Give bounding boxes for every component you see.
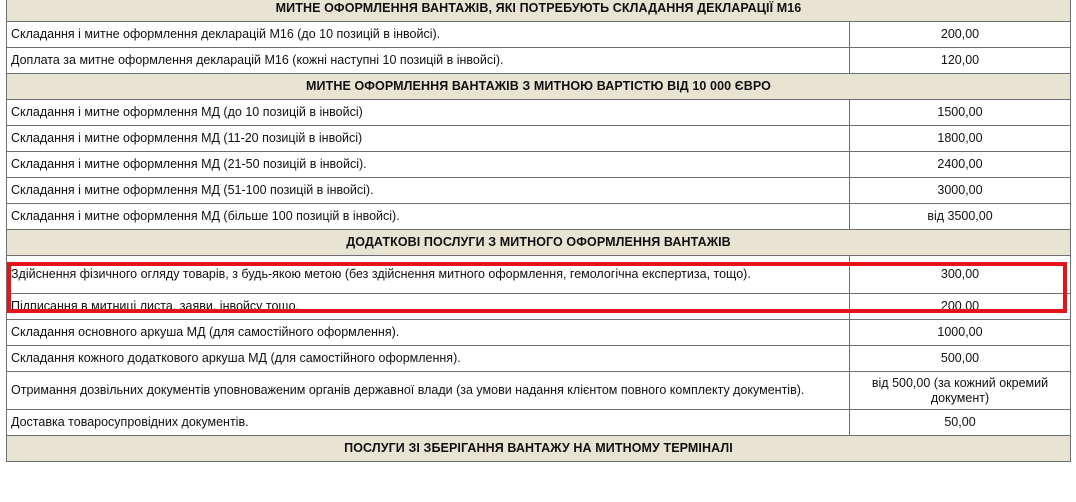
section-title: ПОСЛУГИ ЗІ ЗБЕРІГАННЯ ВАНТАЖУ НА МИТНОМУ… [6,435,1071,462]
service-description: Складання і митне оформлення МД (21-50 п… [6,151,850,178]
service-description: Складання і митне оформлення декларацій … [6,21,850,48]
section-title: МИТНЕ ОФОРМЛЕННЯ ВАНТАЖІВ, ЯКІ ПОТРЕБУЮТ… [6,0,1071,22]
section-title: МИТНЕ ОФОРМЛЕННЯ ВАНТАЖІВ З МИТНОЮ ВАРТІ… [6,73,1071,100]
table-row: Складання і митне оформлення МД (більше … [6,203,1071,230]
service-description: Здійснення фізичного огляду товарів, з б… [6,255,850,294]
service-price: 1500,00 [849,99,1071,126]
section-header: МИТНЕ ОФОРМЛЕННЯ ВАНТАЖІВ, ЯКІ ПОТРЕБУЮТ… [6,0,1071,22]
service-price: 200,00 [849,21,1071,48]
service-description: Складання і митне оформлення МД (до 10 п… [6,99,850,126]
service-price: 1000,00 [849,319,1071,346]
tariff-sheet: МИТНЕ ОФОРМЛЕННЯ ВАНТАЖІВ, ЯКІ ПОТРЕБУЮТ… [6,0,1071,462]
service-description: Отримання дозвільних документів уповнова… [6,371,850,410]
service-price: від 500,00 (за кожний окремий документ) [849,371,1071,410]
service-price: 3000,00 [849,177,1071,204]
service-description: Доплата за митне оформлення декларацій М… [6,47,850,74]
service-price: від 3500,00 [849,203,1071,230]
section-header: МИТНЕ ОФОРМЛЕННЯ ВАНТАЖІВ З МИТНОЮ ВАРТІ… [6,73,1071,100]
service-price: 2400,00 [849,151,1071,178]
service-price: 200,00 [849,293,1071,320]
service-description: Підписання в митниці листа, заяви, інвой… [6,293,850,320]
service-price: 50,00 [849,409,1071,436]
tariff-table: МИТНЕ ОФОРМЛЕННЯ ВАНТАЖІВ, ЯКІ ПОТРЕБУЮТ… [6,0,1071,462]
table-row: Складання основного аркуша МД (для самос… [6,319,1071,346]
service-price: 120,00 [849,47,1071,74]
table-row: Складання і митне оформлення МД (до 10 п… [6,99,1071,126]
service-description: Складання основного аркуша МД (для самос… [6,319,850,346]
service-price: 500,00 [849,345,1071,372]
table-row: Отримання дозвільних документів уповнова… [6,371,1071,410]
service-price: 1800,00 [849,125,1071,152]
service-description: Доставка товаросупровідних документів. [6,409,850,436]
table-row: Складання кожного додаткового аркуша МД … [6,345,1071,372]
table-row: Складання і митне оформлення декларацій … [6,21,1071,48]
table-row: Доставка товаросупровідних документів. 5… [6,409,1071,436]
section-header: ДОДАТКОВІ ПОСЛУГИ З МИТНОГО ОФОРМЛЕННЯ В… [6,229,1071,256]
service-description: Складання і митне оформлення МД (51-100 … [6,177,850,204]
service-description: Складання і митне оформлення МД (більше … [6,203,850,230]
service-description: Складання кожного додаткового аркуша МД … [6,345,850,372]
table-row: Доплата за митне оформлення декларацій М… [6,47,1071,74]
table-row: Складання і митне оформлення МД (11-20 п… [6,125,1071,152]
table-row: Складання і митне оформлення МД (51-100 … [6,177,1071,204]
service-description: Складання і митне оформлення МД (11-20 п… [6,125,850,152]
section-title: ДОДАТКОВІ ПОСЛУГИ З МИТНОГО ОФОРМЛЕННЯ В… [6,229,1071,256]
table-row: Складання і митне оформлення МД (21-50 п… [6,151,1071,178]
table-row-highlighted: Здійснення фізичного огляду товарів, з б… [6,255,1071,294]
section-header: ПОСЛУГИ ЗІ ЗБЕРІГАННЯ ВАНТАЖУ НА МИТНОМУ… [6,435,1071,462]
service-price: 300,00 [849,255,1071,294]
table-row: Підписання в митниці листа, заяви, інвой… [6,293,1071,320]
